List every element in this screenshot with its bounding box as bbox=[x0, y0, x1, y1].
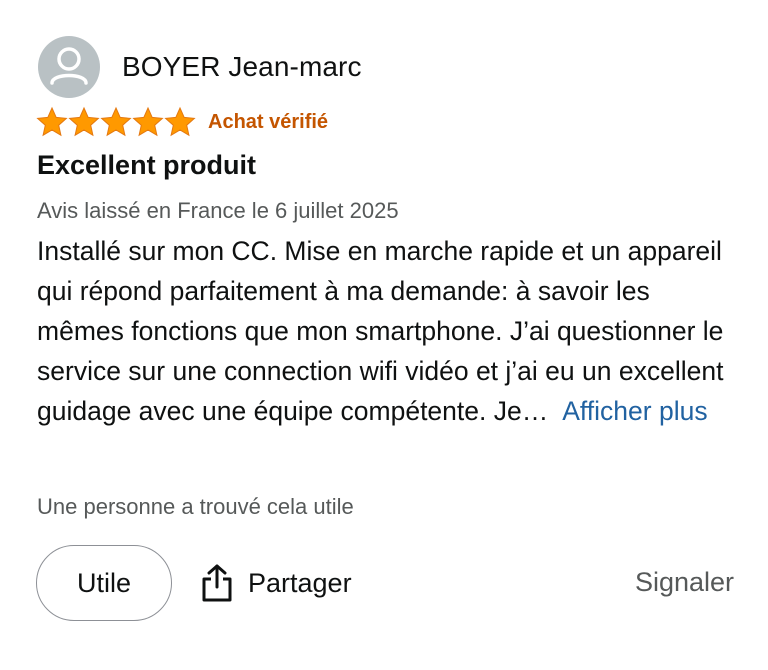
user-silhouette-icon bbox=[50, 47, 88, 85]
star-icon bbox=[132, 106, 164, 137]
star-icon bbox=[36, 106, 68, 137]
review-date: Avis laissé en France le 6 juillet 2025 bbox=[37, 198, 399, 223]
review-card: BOYER Jean-marc Achat vérifié Excellent … bbox=[0, 0, 768, 670]
review-author: BOYER Jean-marc bbox=[38, 36, 362, 98]
share-icon bbox=[202, 564, 232, 602]
report-link[interactable]: Signaler bbox=[635, 567, 734, 598]
verified-purchase-badge[interactable]: Achat vérifié bbox=[208, 111, 328, 134]
helpful-button[interactable]: Utile bbox=[36, 545, 172, 621]
author-name[interactable]: BOYER Jean-marc bbox=[122, 51, 362, 83]
helpful-count: Une personne a trouvé cela utile bbox=[37, 494, 354, 519]
star-icon bbox=[68, 106, 100, 137]
rating-row: Achat vérifié bbox=[36, 106, 328, 138]
star-rating[interactable] bbox=[36, 106, 196, 138]
avatar bbox=[38, 36, 100, 98]
share-button[interactable]: Partager bbox=[200, 563, 352, 603]
read-more-link[interactable]: Afficher plus bbox=[562, 396, 707, 426]
star-icon bbox=[164, 106, 196, 137]
review-actions: Utile Partager Signaler bbox=[36, 545, 734, 623]
star-icon bbox=[100, 106, 132, 137]
share-label: Partager bbox=[248, 567, 352, 598]
review-body: Installé sur mon CC. Mise en marche rapi… bbox=[37, 231, 737, 431]
review-title: Excellent produit bbox=[37, 150, 257, 180]
